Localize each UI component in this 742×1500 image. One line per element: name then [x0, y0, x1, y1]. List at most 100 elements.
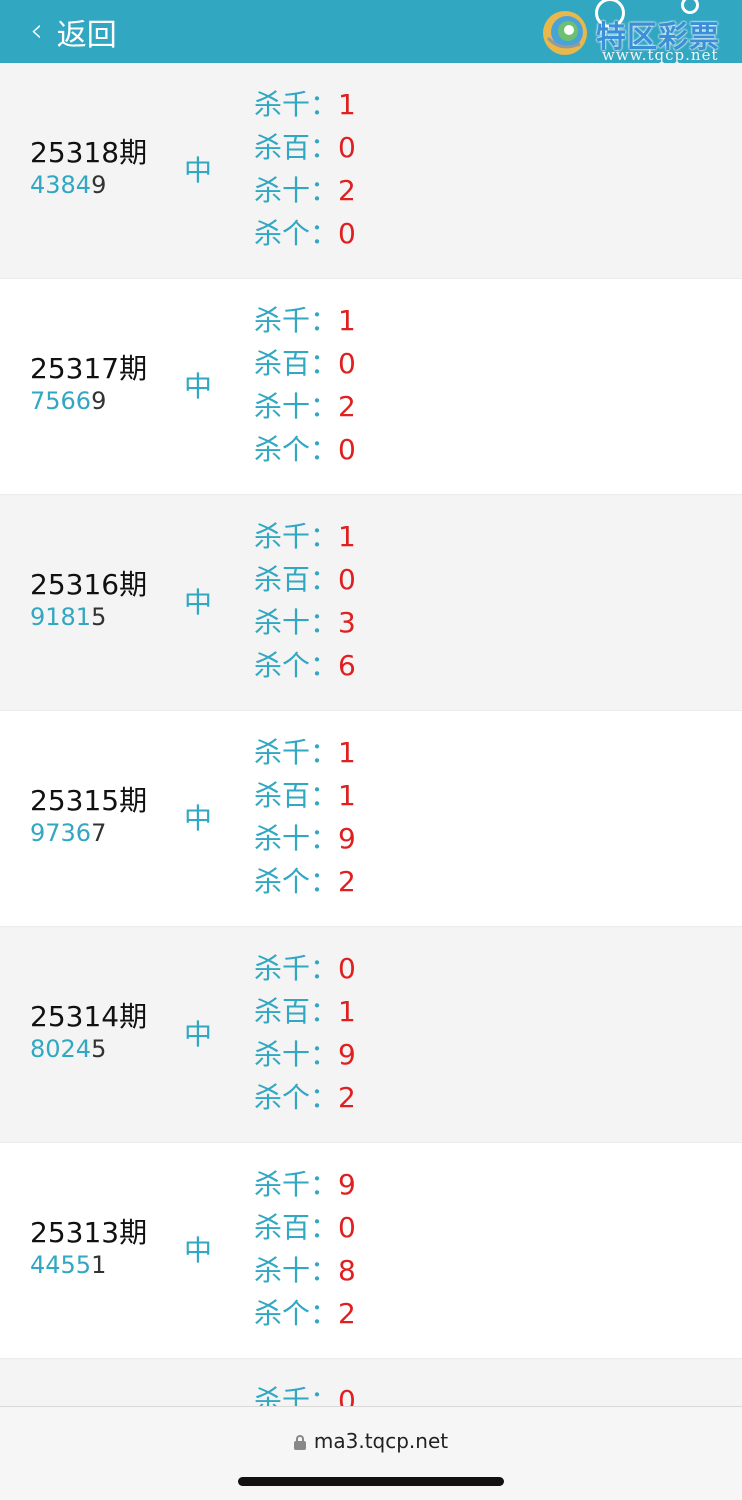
kill-list: 杀千：0 杀百：1 杀十：9 杀个：2 [254, 947, 356, 1119]
period-number: 25318期 [30, 136, 148, 169]
kill-label: 杀十： [254, 174, 339, 207]
status-badge: 中 [184, 1234, 213, 1267]
back-button[interactable]: ‹ 返回 [30, 10, 117, 54]
kill-label: 杀个： [254, 1297, 339, 1330]
table-row[interactable]: 25317期 75669 中杀千：1 杀百：0 杀十：2 杀个：0 [0, 279, 742, 495]
kill-value: 1 [338, 520, 356, 553]
kill-value: 6 [338, 649, 356, 682]
kill-value: 0 [338, 131, 356, 164]
status-badge: 中 [184, 586, 213, 619]
draw-digit-last: 7 [91, 819, 107, 847]
table-row[interactable]: 25313期 44551 中杀千：9 杀百：0 杀十：8 杀个：2 [0, 1143, 742, 1359]
kill-label: 杀千： [254, 88, 339, 121]
kill-value: 9 [338, 1038, 356, 1071]
kill-value: 2 [338, 1297, 356, 1330]
kill-value: 9 [338, 822, 356, 855]
kill-label: 杀个： [254, 217, 339, 250]
lock-icon [293, 1435, 306, 1450]
kill-value: 3 [338, 606, 356, 639]
kill-label: 杀个： [254, 1081, 339, 1114]
kill-item: 杀千：0 [254, 947, 356, 990]
kill-label: 杀百： [254, 563, 339, 596]
kill-item: 杀百：0 [254, 558, 356, 601]
kill-value: 1 [338, 736, 356, 769]
kill-value: 0 [338, 347, 356, 380]
kill-label: 杀十： [254, 1038, 339, 1071]
period-number: 25317期 [30, 352, 148, 385]
period-number: 25314期 [30, 1000, 148, 1033]
prediction-list: 25318期 43849 中杀千：1 杀百：0 杀十：2 杀个：0 25317期 75669 中… [0, 63, 742, 1500]
kill-label: 杀个： [254, 433, 339, 466]
draw-digit-last: 9 [91, 387, 107, 415]
page: ‹ 返回 特区彩票网 www.tqcp.net 25318期43849中杀千：1… [0, 0, 742, 1500]
kill-label: 杀百： [254, 995, 339, 1028]
kill-list: 杀千：1 杀百：0 杀十：3 杀个：6 [254, 515, 356, 687]
search-icon[interactable] [595, 0, 625, 28]
kill-item: 杀十：9 [254, 1033, 356, 1076]
kill-item: 杀十：2 [254, 385, 356, 428]
kill-item: 杀千：1 [254, 731, 356, 774]
user-icon[interactable] [678, 0, 702, 26]
kill-value: 2 [338, 865, 356, 898]
kill-label: 杀十： [254, 1254, 339, 1287]
kill-item: 杀百：0 [254, 1206, 356, 1249]
kill-value: 8 [338, 1254, 356, 1287]
kill-item: 杀百：1 [254, 990, 356, 1033]
kill-value: 0 [338, 952, 356, 985]
kill-label: 杀千： [254, 520, 339, 553]
kill-label: 杀百： [254, 1211, 339, 1244]
kill-label: 杀个： [254, 865, 339, 898]
kill-value: 2 [338, 390, 356, 423]
top-nav-bar: ‹ 返回 [0, 0, 742, 63]
draw-digits-highlight: 9736 [30, 819, 92, 847]
kill-value: 0 [338, 217, 356, 250]
period-number: 25316期 [30, 568, 148, 601]
draw-digits-highlight: 4455 [30, 1251, 92, 1279]
draw-result: 80245 [30, 1035, 106, 1063]
draw-digit-last: 1 [91, 1251, 107, 1279]
kill-item: 杀个：2 [254, 860, 356, 903]
draw-digits-highlight: 8024 [30, 1035, 92, 1063]
draw-result: 43849 [30, 171, 106, 199]
kill-label: 杀十： [254, 390, 339, 423]
kill-label: 杀十： [254, 606, 339, 639]
kill-list: 杀千：1 杀百：0 杀十：2 杀个：0 [254, 299, 356, 471]
kill-item: 杀千：1 [254, 299, 356, 342]
kill-item: 杀百：1 [254, 774, 356, 817]
draw-result: 75669 [30, 387, 106, 415]
browser-bottom-bar: ma3.tqcp.net [0, 1406, 742, 1500]
kill-item: 杀千：1 [254, 83, 356, 126]
chevron-left-icon: ‹ [30, 10, 43, 49]
kill-value: 9 [338, 1168, 356, 1201]
status-badge: 中 [184, 1018, 213, 1051]
kill-label: 杀千： [254, 736, 339, 769]
table-row[interactable]: 25315期 97367 中杀千：1 杀百：1 杀十：9 杀个：2 [0, 711, 742, 927]
draw-digits-highlight: 9181 [30, 603, 92, 631]
kill-item: 杀个：0 [254, 212, 356, 255]
kill-list: 杀千：1 杀百：1 杀十：9 杀个：2 [254, 731, 356, 903]
kill-label: 杀百： [254, 347, 339, 380]
home-indicator[interactable] [238, 1477, 504, 1486]
kill-label: 杀千： [254, 952, 339, 985]
kill-item: 杀个：6 [254, 644, 356, 687]
table-row[interactable]: 25316期 91815 中杀千：1 杀百：0 杀十：3 杀个：6 [0, 495, 742, 711]
kill-item: 杀千：1 [254, 515, 356, 558]
header-actions [592, 0, 742, 63]
status-badge: 中 [184, 802, 213, 835]
address-bar[interactable]: ma3.tqcp.net [0, 1429, 742, 1453]
table-row[interactable]: 25314期 80245 中杀千：0 杀百：1 杀十：9 杀个：2 [0, 927, 742, 1143]
kill-value: 1 [338, 779, 356, 812]
kill-label: 杀十： [254, 822, 339, 855]
kill-label: 杀百： [254, 779, 339, 812]
kill-item: 杀个：2 [254, 1292, 356, 1335]
kill-value: 1 [338, 995, 356, 1028]
kill-list: 杀千：1 杀百：0 杀十：2 杀个：0 [254, 83, 356, 255]
draw-result: 91815 [30, 603, 106, 631]
table-row[interactable]: 25318期 43849 中杀千：1 杀百：0 杀十：2 杀个：0 [0, 63, 742, 279]
back-label: 返回 [56, 17, 117, 53]
draw-result: 44551 [30, 1251, 106, 1279]
period-number: 25313期 [30, 1216, 148, 1249]
kill-value: 2 [338, 1081, 356, 1114]
kill-label: 杀个： [254, 649, 339, 682]
kill-label: 杀千： [254, 304, 339, 337]
